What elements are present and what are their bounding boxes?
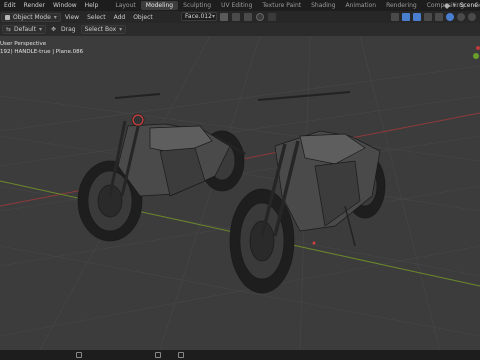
scene-label: Scene	[459, 2, 478, 9]
tool-settings-bar: ⇆ Default ▾ ✥ Drag Select Box ▾	[0, 23, 480, 36]
snap-target-icon[interactable]	[244, 12, 252, 21]
shading-solid-icon[interactable]	[446, 12, 454, 21]
scene-selector[interactable]: ▾ Scene	[443, 0, 480, 11]
drag-icon: ✥	[50, 26, 57, 33]
top-bar: Edit Render Window Help Layout Modeling …	[0, 0, 480, 11]
menu-add[interactable]: Add	[110, 14, 130, 21]
visibility-icon[interactable]	[391, 12, 399, 21]
menu-select[interactable]: Select	[83, 14, 110, 21]
mode-dropdown[interactable]: Object Mode ▾	[1, 12, 61, 22]
tab-layout[interactable]: Layout	[110, 1, 140, 10]
tab-animation[interactable]: Animation	[341, 1, 382, 10]
mode-label: Object Mode	[13, 13, 51, 21]
floor-grid	[0, 36, 480, 350]
tab-sculpting[interactable]: Sculpting	[178, 1, 216, 10]
chevron-down-icon: ▾	[119, 26, 123, 33]
orientation-label: Default	[14, 26, 36, 33]
select-box-label: Select Box	[84, 26, 117, 33]
transform-controls	[220, 12, 276, 21]
gizmo-y-axis-icon[interactable]	[473, 53, 479, 59]
pivot-icon[interactable]	[220, 12, 228, 21]
mouse-middle-icon	[155, 352, 161, 358]
chevron-down-icon: ▾	[452, 2, 456, 9]
menu-edit[interactable]: Edit	[0, 0, 20, 11]
xray-icon[interactable]	[424, 12, 432, 21]
main-menu: Edit Render Window Help	[0, 0, 102, 11]
mode-icon	[5, 14, 10, 20]
shading-material-icon[interactable]	[457, 12, 465, 21]
chevron-down-icon: ▾	[53, 13, 57, 21]
menu-view[interactable]: View	[61, 14, 83, 21]
face-set-dropdown[interactable]: Face.012 ▾	[181, 12, 217, 21]
select-box-dropdown[interactable]: Select Box ▾	[80, 25, 127, 34]
menu-window[interactable]: Window	[49, 0, 81, 11]
tab-shading[interactable]: Shading	[306, 1, 340, 10]
viewport-canvas[interactable]	[0, 36, 480, 350]
falloff-icon[interactable]	[268, 12, 276, 21]
chevron-down-icon: ▾	[38, 26, 42, 33]
menu-help[interactable]: Help	[81, 0, 103, 11]
orientation-icon: ⇆	[6, 26, 12, 33]
mouse-right-icon	[178, 352, 184, 358]
face-set-label: Face.012	[185, 13, 212, 20]
overlay-icon[interactable]	[413, 12, 421, 21]
gizmo-icon[interactable]	[402, 12, 410, 21]
shading-rendered-icon[interactable]	[468, 12, 476, 21]
tab-modeling[interactable]: Modeling	[140, 1, 179, 10]
tab-texture-paint[interactable]: Texture Paint	[257, 1, 306, 10]
orientation-dropdown[interactable]: ⇆ Default ▾	[2, 25, 46, 34]
proportional-icon[interactable]	[256, 12, 264, 21]
3d-viewport[interactable]: User Perspective 192) HANDLE-true | Plan…	[0, 36, 480, 350]
mouse-left-icon	[76, 352, 82, 358]
scene-icon	[443, 2, 450, 9]
tab-uv-editing[interactable]: UV Editing	[216, 1, 257, 10]
snap-icon[interactable]	[232, 12, 240, 21]
active-object-info: 192) HANDLE-true | Plane.086	[0, 49, 84, 55]
chevron-down-icon: ▾	[211, 13, 215, 20]
motorcycle-left[interactable]	[77, 93, 246, 242]
menu-render[interactable]: Render	[20, 0, 49, 11]
status-bar	[0, 350, 480, 360]
overlay-controls	[391, 12, 476, 21]
view-perspective-label: User Perspective	[0, 41, 47, 47]
drag-label: Drag	[61, 26, 76, 33]
tab-rendering[interactable]: Rendering	[381, 1, 422, 10]
menu-object[interactable]: Object	[129, 14, 157, 21]
workspace-tabs: Layout Modeling Sculpting UV Editing Tex…	[110, 0, 480, 11]
shading-wire-icon[interactable]	[435, 12, 443, 21]
gizmo-z-axis-icon[interactable]	[476, 46, 480, 50]
